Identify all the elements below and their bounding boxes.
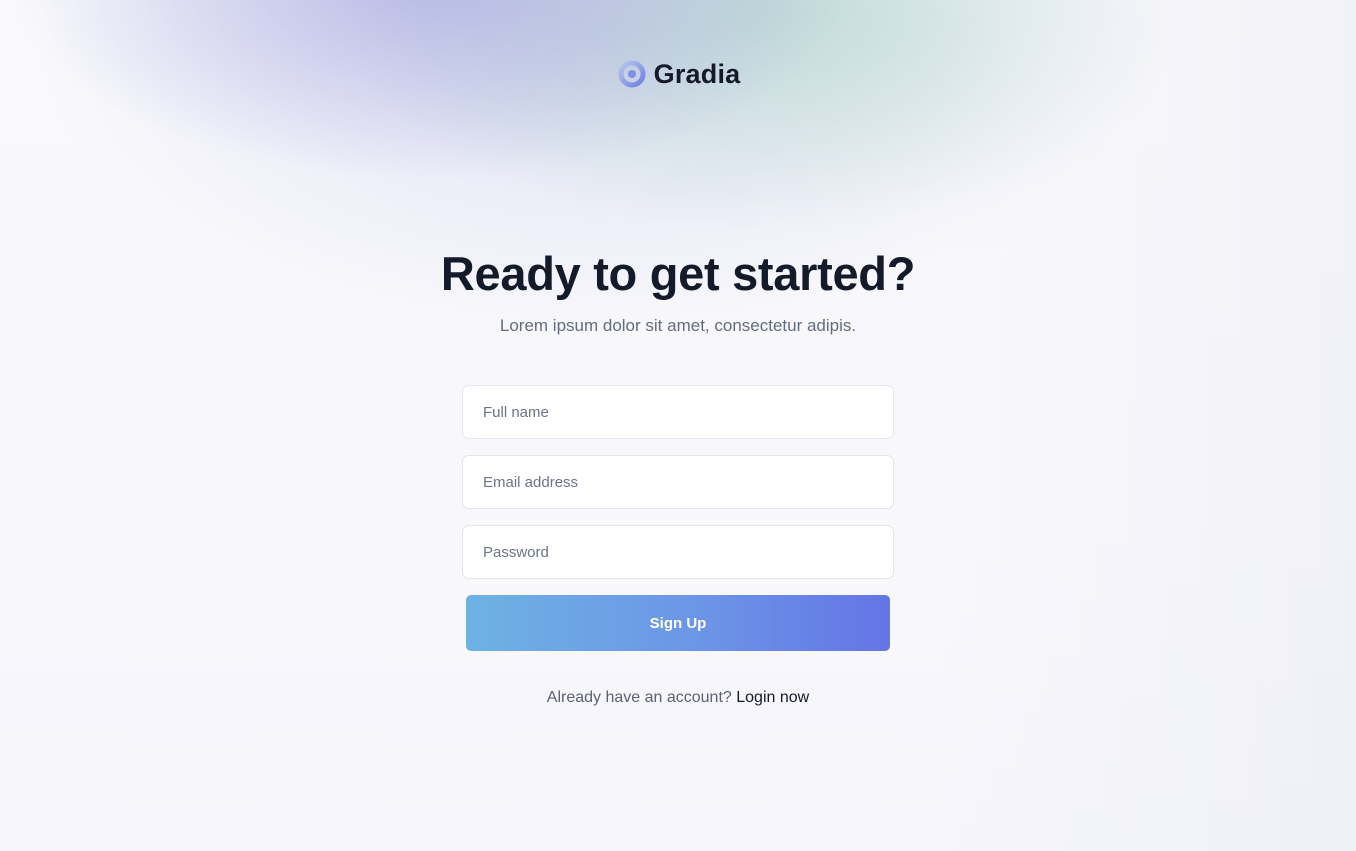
password-input[interactable] xyxy=(462,525,894,579)
brand-header: Gradia xyxy=(0,58,1356,90)
login-prompt: Already have an account? Login now xyxy=(0,689,1356,707)
signup-form: Sign Up xyxy=(462,385,894,651)
page-subtitle: Lorem ipsum dolor sit amet, consectetur … xyxy=(499,316,857,335)
login-prompt-text: Already have an account? xyxy=(546,689,737,706)
signup-page: Gradia Ready to get started? Lorem ipsum… xyxy=(0,0,1356,851)
ring-logo-icon xyxy=(616,58,648,90)
page-title: Ready to get started? xyxy=(440,247,916,300)
sign-up-button[interactable]: Sign Up xyxy=(466,595,890,651)
full-name-input[interactable] xyxy=(462,385,894,439)
login-now-link[interactable]: Login now xyxy=(736,689,809,706)
brand-name: Gradia xyxy=(653,58,741,89)
email-input[interactable] xyxy=(462,455,894,509)
